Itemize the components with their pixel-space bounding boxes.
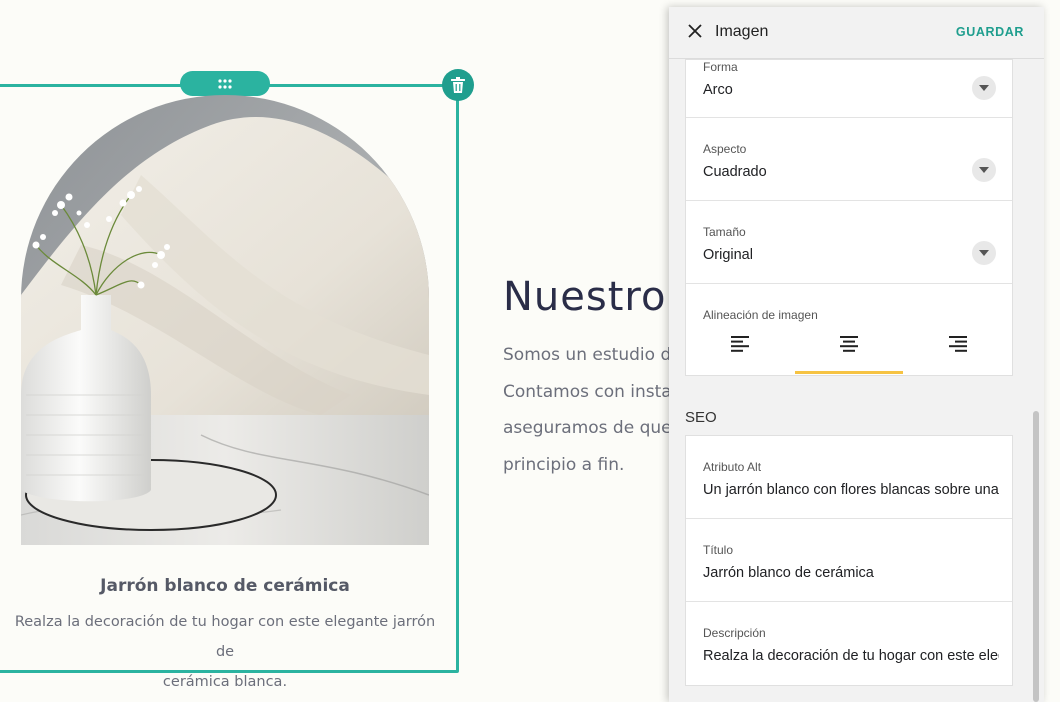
body-line: aseguramos de que s <box>503 418 673 438</box>
description-input[interactable]: Realza la decoración de tu hogar con est… <box>703 648 999 664</box>
title-label: Título <box>703 543 734 557</box>
caption-line: cerámica blanca. <box>162 674 288 690</box>
caption-line: Realza la decoración de tu hogar con est… <box>14 614 436 660</box>
alt-input[interactable]: Un jarrón blanco con flores blancas sobr… <box>703 482 999 498</box>
section-body: Somos un estudio de Contamos con instal … <box>503 337 673 483</box>
trash-icon <box>451 77 465 93</box>
vase-photo <box>21 95 429 545</box>
align-left-button[interactable] <box>686 328 795 374</box>
aspect-dropdown-button[interactable] <box>972 158 996 182</box>
alignment-field: Alineación de imagen <box>686 284 1012 375</box>
size-value: Original <box>703 247 753 263</box>
align-left-icon <box>731 336 750 352</box>
panel-scrollbar[interactable] <box>1033 411 1039 702</box>
panel-title: Imagen <box>715 23 769 40</box>
description-label: Descripción <box>703 626 766 640</box>
description-field[interactable]: Descripción Realza la decoración de tu h… <box>686 602 1012 685</box>
shape-label: Forma <box>703 60 738 74</box>
save-button[interactable]: GUARDAR <box>956 25 1024 39</box>
align-center-icon <box>840 336 858 352</box>
seo-card: Atributo Alt Un jarrón blanco con flores… <box>685 435 1013 686</box>
body-line: Contamos con instal <box>503 381 673 402</box>
caret-down-icon <box>979 167 989 173</box>
align-right-button[interactable] <box>903 328 1012 374</box>
align-right-icon <box>948 336 967 352</box>
image-options-card: Forma Arco Aspecto Cuadrado Tamaño Origi… <box>685 59 1013 376</box>
size-field[interactable]: Tamaño Original <box>686 201 1012 284</box>
aspect-field[interactable]: Aspecto Cuadrado <box>686 118 1012 201</box>
title-field[interactable]: Título Jarrón blanco de cerámica <box>686 519 1012 602</box>
drag-dots-icon <box>218 78 232 89</box>
arch-image[interactable] <box>21 95 429 545</box>
image-settings-panel: Forma Arco Aspecto Cuadrado Tamaño Origi… <box>669 7 1044 702</box>
delete-block-button[interactable] <box>442 69 474 101</box>
image-caption-description: Realza la decoración de tu hogar con est… <box>10 607 440 697</box>
size-label: Tamaño <box>703 225 746 239</box>
alignment-options <box>686 328 1012 374</box>
body-line: Somos un estudio de <box>503 345 673 365</box>
caret-down-icon <box>979 85 989 91</box>
alignment-label: Alineación de imagen <box>703 308 818 322</box>
panel-header: Imagen GUARDAR <box>669 7 1044 59</box>
aspect-label: Aspecto <box>703 142 747 156</box>
image-caption-title: Jarrón blanco de cerámica <box>100 576 350 596</box>
size-dropdown-button[interactable] <box>972 241 996 265</box>
aspect-value: Cuadrado <box>703 164 767 180</box>
alt-field[interactable]: Atributo Alt Un jarrón blanco con flores… <box>686 436 1012 519</box>
drag-handle[interactable] <box>180 71 270 96</box>
shape-field[interactable]: Forma Arco <box>686 60 1012 118</box>
close-icon[interactable] <box>687 23 703 39</box>
alt-label: Atributo Alt <box>703 460 762 474</box>
title-input[interactable]: Jarrón blanco de cerámica <box>703 565 999 581</box>
body-line: principio a fin. <box>503 454 625 475</box>
shape-dropdown-button[interactable] <box>972 76 996 100</box>
seo-section-title: SEO <box>685 409 717 426</box>
shape-value: Arco <box>703 82 733 98</box>
section-heading: Nuestro <box>503 274 667 320</box>
caret-down-icon <box>979 250 989 256</box>
align-center-button[interactable] <box>794 328 904 374</box>
